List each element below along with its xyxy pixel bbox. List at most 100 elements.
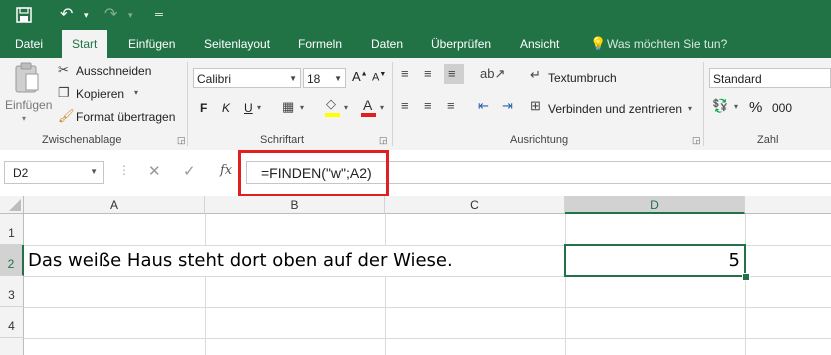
underline-dropdown-icon[interactable]: ▾ bbox=[257, 103, 261, 112]
title-bar: ↶ ▾ ↷ ▾ ═ bbox=[0, 0, 831, 30]
fill-color-dropdown-icon[interactable]: ▾ bbox=[344, 103, 348, 112]
paste-dropdown-icon[interactable]: ▾ bbox=[22, 114, 26, 123]
merge-icon: ⊞ bbox=[530, 98, 541, 113]
scissors-icon: ✂ bbox=[58, 62, 69, 77]
column-header-d[interactable]: D bbox=[565, 196, 745, 214]
column-header-a[interactable]: A bbox=[24, 196, 205, 214]
cut-button[interactable]: Ausschneiden bbox=[76, 64, 151, 78]
fill-handle[interactable] bbox=[742, 273, 750, 281]
gridline bbox=[745, 214, 746, 355]
chevron-down-icon: ▼ bbox=[289, 74, 297, 83]
italic-button[interactable]: K bbox=[222, 101, 230, 115]
borders-icon[interactable]: ▦ bbox=[282, 99, 294, 115]
format-painter-icon: 🖌 bbox=[58, 108, 75, 123]
insert-function-icon[interactable]: fx bbox=[220, 163, 232, 178]
ribbon: Einfügen ▾ ✂ Ausschneiden ❐ Kopieren ▾ 🖌… bbox=[0, 58, 831, 151]
more-options-icon: ⋮ bbox=[118, 163, 130, 177]
align-right-icon[interactable]: ≡ bbox=[447, 98, 455, 113]
row-header-1[interactable]: 1 bbox=[0, 214, 24, 245]
tab-insert[interactable]: Einfügen bbox=[128, 30, 175, 58]
undo-dropdown-icon[interactable]: ▾ bbox=[84, 0, 89, 30]
format-painter-button[interactable]: Format übertragen bbox=[76, 110, 175, 124]
column-header-c[interactable]: C bbox=[385, 196, 565, 214]
tab-review[interactable]: Überprüfen bbox=[431, 30, 491, 58]
tell-me-search[interactable]: Was möchten Sie tun? bbox=[607, 30, 727, 58]
clipboard-launcher-icon[interactable]: ◲ bbox=[177, 135, 186, 146]
cell-a2-text: Das weiße Haus steht dort oben auf der W… bbox=[28, 250, 453, 271]
name-box[interactable]: D2 ▼ bbox=[4, 161, 104, 184]
orientation-icon[interactable]: ab↗ bbox=[480, 66, 505, 82]
number-format-select[interactable]: Standard bbox=[709, 68, 831, 88]
save-icon[interactable] bbox=[16, 0, 32, 34]
wrap-text-button[interactable]: Textumbruch bbox=[548, 71, 617, 85]
column-header-b[interactable]: B bbox=[205, 196, 385, 214]
gridline bbox=[385, 214, 386, 355]
cell-a2[interactable]: Das weiße Haus steht dort oben auf der W… bbox=[24, 246, 565, 276]
font-color-icon[interactable]: A bbox=[360, 96, 378, 118]
gridline bbox=[565, 214, 566, 355]
decrease-indent-icon[interactable]: ⇤ bbox=[478, 98, 489, 114]
cell-d2-selected[interactable]: 5 bbox=[564, 244, 746, 277]
undo-icon[interactable]: ↶ bbox=[60, 0, 73, 30]
number-format-value: Standard bbox=[713, 72, 762, 86]
font-color-dropdown-icon[interactable]: ▾ bbox=[380, 103, 384, 112]
tab-file[interactable]: Datei bbox=[15, 30, 43, 58]
divider bbox=[703, 62, 704, 146]
chevron-down-icon[interactable]: ▼ bbox=[90, 167, 98, 176]
increase-font-icon[interactable]: A▲ bbox=[352, 69, 368, 84]
font-size-select[interactable]: 18 ▼ bbox=[303, 68, 346, 88]
tab-page-layout[interactable]: Seitenlayout bbox=[204, 30, 270, 58]
merge-dropdown-icon[interactable]: ▾ bbox=[688, 104, 692, 113]
align-top-icon[interactable]: ≡ bbox=[401, 66, 409, 81]
divider bbox=[187, 62, 188, 146]
bold-button[interactable]: F bbox=[200, 101, 207, 115]
font-launcher-icon[interactable]: ◲ bbox=[379, 135, 388, 146]
row-header-4[interactable]: 4 bbox=[0, 307, 24, 338]
copy-dropdown-icon[interactable]: ▾ bbox=[134, 88, 138, 97]
percent-button[interactable]: % bbox=[749, 99, 762, 116]
font-name-select[interactable]: Calibri ▼ bbox=[193, 68, 301, 88]
gridline bbox=[205, 214, 206, 355]
fill-color-icon[interactable]: ◇ bbox=[324, 96, 342, 118]
number-group-label: Zahl bbox=[757, 134, 779, 146]
customize-icon[interactable]: ═ bbox=[155, 0, 163, 30]
accounting-format-icon[interactable]: 💱 bbox=[712, 98, 728, 114]
ribbon-tabs: Datei Start Einfügen Seitenlayout Formel… bbox=[0, 30, 831, 58]
decrease-font-icon[interactable]: A▼ bbox=[372, 71, 386, 84]
tab-home[interactable]: Start bbox=[62, 30, 108, 58]
row-header-2[interactable]: 2 bbox=[0, 245, 24, 276]
redo-icon: ↷ bbox=[104, 6, 118, 23]
redo-dropdown-icon: ▾ bbox=[128, 10, 133, 20]
chevron-down-icon: ▼ bbox=[334, 74, 342, 83]
accounting-dropdown-icon[interactable]: ▾ bbox=[734, 102, 738, 111]
highlight-box bbox=[238, 150, 389, 197]
paste-icon[interactable] bbox=[14, 62, 40, 94]
align-middle-icon[interactable]: ≡ bbox=[424, 66, 432, 81]
alignment-launcher-icon[interactable]: ◲ bbox=[692, 135, 701, 146]
merge-center-button[interactable]: Verbinden und zentrieren bbox=[548, 102, 682, 116]
font-group-label: Schriftart bbox=[260, 134, 305, 146]
wrap-text-icon: ↵ bbox=[530, 67, 541, 82]
row-header-5[interactable] bbox=[0, 338, 24, 355]
align-left-icon[interactable]: ≡ bbox=[401, 98, 409, 113]
tab-data[interactable]: Daten bbox=[371, 30, 403, 58]
lightbulb-icon: 💡 bbox=[590, 36, 607, 51]
copy-button[interactable]: Kopieren bbox=[76, 87, 124, 101]
column-header-e[interactable] bbox=[745, 196, 831, 214]
font-color-letter: A bbox=[363, 97, 373, 113]
tab-view[interactable]: Ansicht bbox=[520, 30, 559, 58]
cancel-icon[interactable]: ✕ bbox=[148, 162, 161, 180]
gridline bbox=[24, 307, 831, 308]
align-center-icon[interactable]: ≡ bbox=[424, 98, 432, 113]
row-header-3[interactable]: 3 bbox=[0, 276, 24, 307]
paste-button[interactable]: Einfügen bbox=[5, 98, 52, 112]
increase-indent-icon[interactable]: ⇥ bbox=[502, 98, 513, 114]
tab-formulas[interactable]: Formeln bbox=[298, 30, 342, 58]
enter-icon[interactable]: ✓ bbox=[183, 162, 196, 180]
gridline bbox=[24, 338, 831, 339]
align-bottom-icon[interactable]: ≡ bbox=[444, 64, 464, 84]
thousands-separator-button[interactable]: 000 bbox=[772, 101, 792, 115]
borders-dropdown-icon[interactable]: ▾ bbox=[300, 103, 304, 112]
underline-button[interactable]: U bbox=[244, 101, 253, 115]
select-all-corner[interactable] bbox=[0, 196, 24, 214]
